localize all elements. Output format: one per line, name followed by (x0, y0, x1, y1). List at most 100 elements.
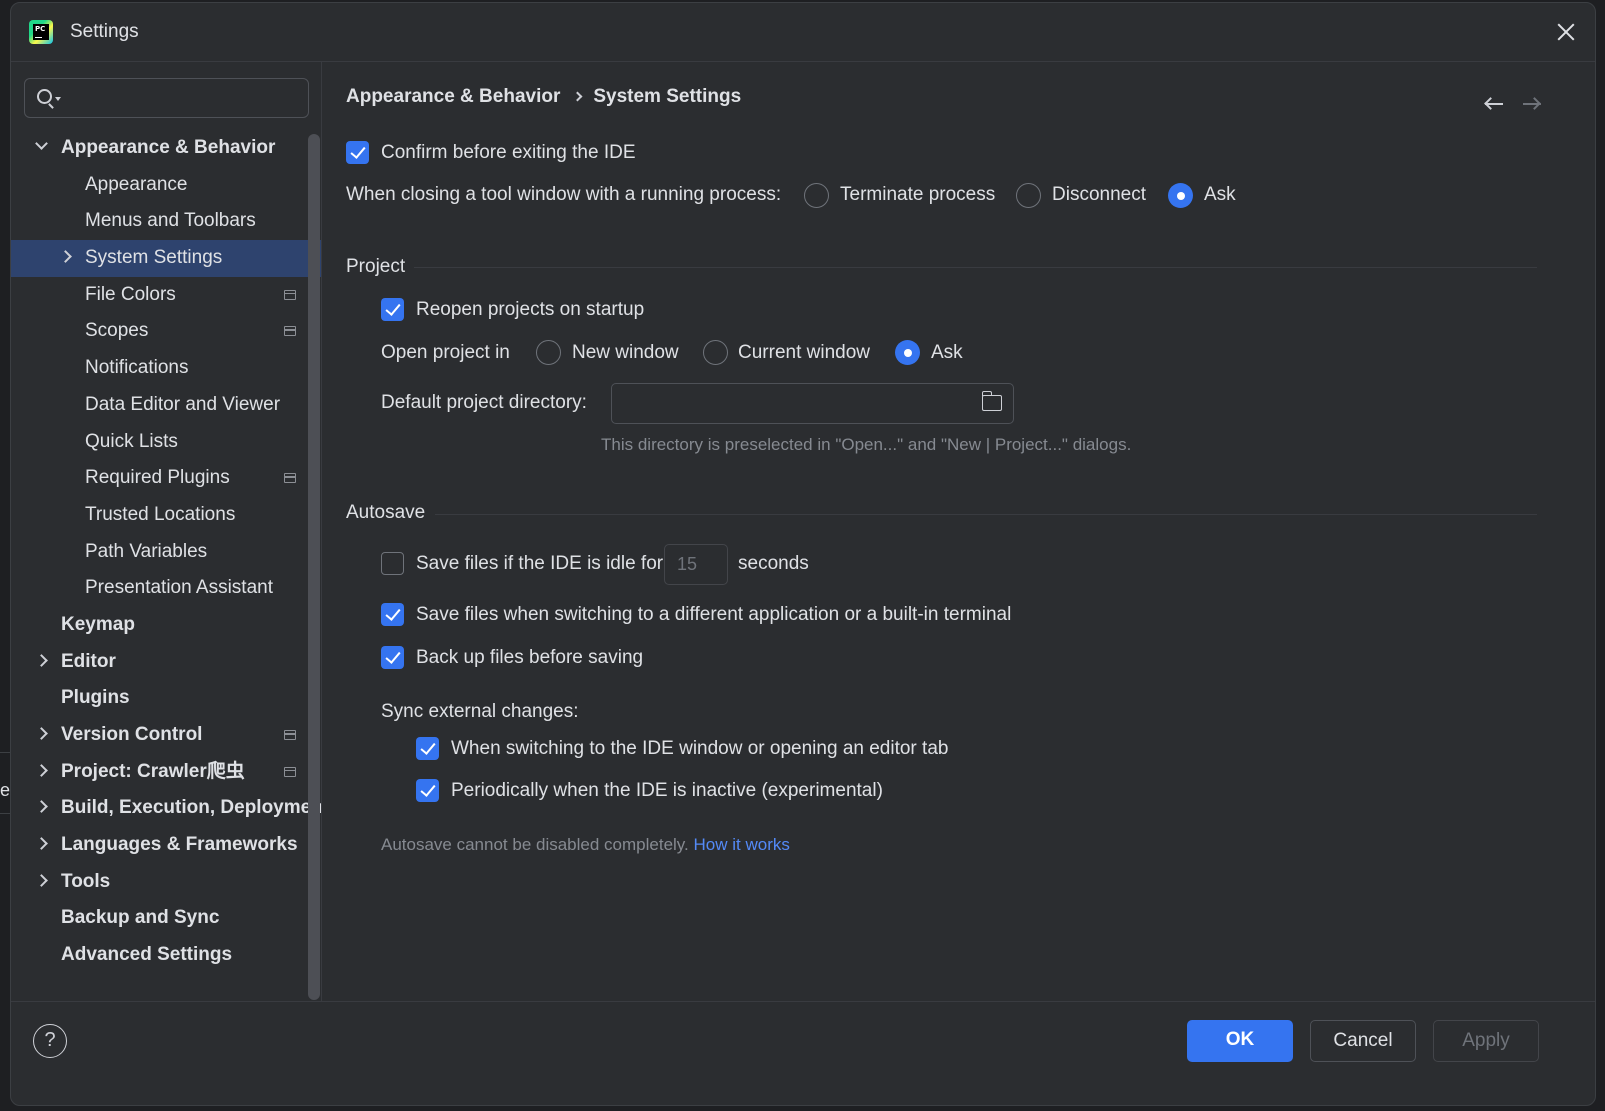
sidebar-item[interactable]: Build, Execution, Deployment (11, 790, 321, 827)
sidebar-item-label: Data Editor and Viewer (85, 393, 281, 415)
sidebar-item[interactable]: Notifications (11, 350, 321, 387)
sidebar-item[interactable]: Backup and Sync (11, 900, 321, 937)
sidebar-item[interactable]: Path Variables (11, 534, 321, 571)
sync-periodic-checkbox[interactable] (416, 779, 439, 802)
sidebar-item[interactable]: File Colors (11, 277, 321, 314)
settings-tree: Appearance & Behavior Appearance Menus and… (11, 130, 321, 974)
apply-button[interactable]: Apply (1433, 1020, 1539, 1062)
sidebar-item[interactable]: Tools (11, 864, 321, 901)
pycharm-logo-icon: PC (29, 20, 53, 44)
sidebar-item-label: Version Control (61, 724, 203, 745)
idle-seconds-input[interactable]: 15 (664, 544, 728, 585)
dialog-footer: ? OK Cancel Apply (11, 1001, 1595, 1105)
sidebar-item-label: Quick Lists (85, 430, 178, 452)
sidebar-item-label: Scopes (85, 320, 149, 342)
sidebar-item[interactable]: Project: Crawler爬虫 (11, 754, 321, 791)
chevron-right-icon[interactable] (35, 837, 48, 850)
ok-button[interactable]: OK (1187, 1020, 1293, 1062)
sidebar-item[interactable]: Presentation Assistant (11, 570, 321, 607)
default-dir-hint: This directory is preselected in "Open..… (601, 435, 1132, 454)
cancel-button[interactable]: Cancel (1310, 1020, 1416, 1062)
sidebar-item[interactable]: Keymap (11, 607, 321, 644)
sidebar-item[interactable]: Data Editor and Viewer (11, 387, 321, 424)
sidebar-item[interactable]: Plugins (11, 680, 321, 717)
confirm-exit-label: Confirm before exiting the IDE (381, 142, 636, 163)
sidebar-item-label: System Settings (85, 247, 223, 269)
new-window-radio[interactable] (536, 340, 561, 365)
sync-switching-label: When switching to the IDE window or open… (451, 738, 949, 759)
search-input[interactable] (65, 83, 300, 113)
save-idle-checkbox[interactable] (381, 552, 404, 575)
backup-files-label: Back up files before saving (416, 647, 644, 668)
breadcrumb: Appearance & Behavior System Settings (346, 86, 741, 108)
current-window-radio[interactable] (703, 340, 728, 365)
title-bar: PC Settings (11, 3, 1595, 61)
autosave-note: Autosave cannot be disabled completely. … (381, 834, 790, 856)
chevron-down-icon[interactable] (35, 137, 48, 150)
chevron-right-icon[interactable] (59, 250, 72, 263)
project-level-icon (284, 289, 296, 300)
sidebar-item[interactable]: Quick Lists (11, 424, 321, 461)
default-dir-field[interactable] (611, 383, 1014, 424)
chevron-right-icon[interactable] (35, 800, 48, 814)
sidebar-item[interactable]: Required Plugins (11, 460, 321, 497)
sidebar-item[interactable]: Version Control (11, 717, 321, 754)
reopen-projects-checkbox[interactable] (381, 298, 404, 321)
default-dir-label: Default project directory: (381, 392, 587, 413)
back-arrow-icon[interactable] (1484, 97, 1504, 111)
idle-seconds-suffix: seconds (738, 553, 809, 574)
save-switching-label: Save files when switching to a different… (416, 604, 1012, 625)
sidebar-scrollbar[interactable] (308, 134, 320, 1000)
help-icon[interactable]: ? (33, 1024, 67, 1058)
reopen-projects-label: Reopen projects on startup (416, 299, 645, 320)
sidebar-item[interactable]: Scopes (11, 313, 321, 350)
tool-window-ask-radio[interactable] (1168, 183, 1193, 208)
sidebar-item-label: Appearance (85, 173, 188, 195)
search-history-dropdown-icon[interactable] (55, 97, 61, 101)
backup-files-checkbox[interactable] (381, 646, 404, 669)
open-in-ask-label: Ask (931, 342, 963, 363)
section-divider (435, 514, 1537, 515)
sidebar-item[interactable]: Appearance (11, 167, 321, 204)
chevron-right-icon[interactable] (35, 727, 48, 740)
sidebar-item-label: Required Plugins (85, 467, 230, 489)
chevron-right-icon[interactable] (35, 653, 48, 667)
sidebar-item[interactable]: Editor (11, 644, 321, 681)
open-project-in-label: Open project in (381, 342, 510, 363)
sidebar-item-label: Trusted Locations (85, 503, 236, 525)
sidebar-item-label: Tools (61, 870, 111, 892)
sidebar-item-label: Build, Execution, Deployment (61, 797, 321, 819)
search-field[interactable] (24, 78, 309, 118)
background-divider (0, 752, 10, 753)
breadcrumb-current: System Settings (593, 86, 742, 107)
confirm-exit-checkbox[interactable] (346, 141, 369, 164)
sidebar-item[interactable]: Appearance & Behavior (11, 130, 321, 167)
window-title: Settings (70, 21, 139, 42)
open-in-ask-radio[interactable] (895, 340, 920, 365)
sidebar-item[interactable]: System Settings (11, 240, 321, 277)
breadcrumb-parent[interactable]: Appearance & Behavior (346, 86, 560, 107)
sidebar-item[interactable]: Trusted Locations (11, 497, 321, 534)
project-level-icon (284, 473, 296, 484)
sidebar-item-label: Languages & Frameworks (61, 834, 298, 856)
section-divider (414, 267, 1537, 268)
folder-icon[interactable] (981, 391, 1002, 411)
project-level-icon (284, 766, 296, 777)
terminate-process-radio[interactable] (804, 183, 829, 208)
forward-arrow-icon[interactable] (1522, 97, 1542, 111)
sidebar-item[interactable]: Languages & Frameworks (11, 827, 321, 864)
chevron-right-icon[interactable] (35, 763, 48, 777)
sidebar-item[interactable]: Menus and Toolbars (11, 203, 321, 240)
sync-switching-checkbox[interactable] (416, 737, 439, 760)
sync-periodic-label: Periodically when the IDE is inactive (e… (451, 780, 883, 801)
autosave-note-text: Autosave cannot be disabled completely. (381, 835, 689, 854)
new-window-label: New window (572, 342, 679, 363)
sidebar-item-label: Plugins (61, 687, 130, 709)
sidebar-item[interactable]: Advanced Settings (11, 937, 321, 974)
save-switching-checkbox[interactable] (381, 603, 404, 626)
disconnect-radio[interactable] (1016, 183, 1041, 208)
chevron-right-icon[interactable] (35, 873, 48, 887)
close-icon[interactable] (1551, 17, 1581, 47)
sync-external-label: Sync external changes: (381, 701, 579, 722)
how-it-works-link[interactable]: How it works (694, 835, 790, 854)
